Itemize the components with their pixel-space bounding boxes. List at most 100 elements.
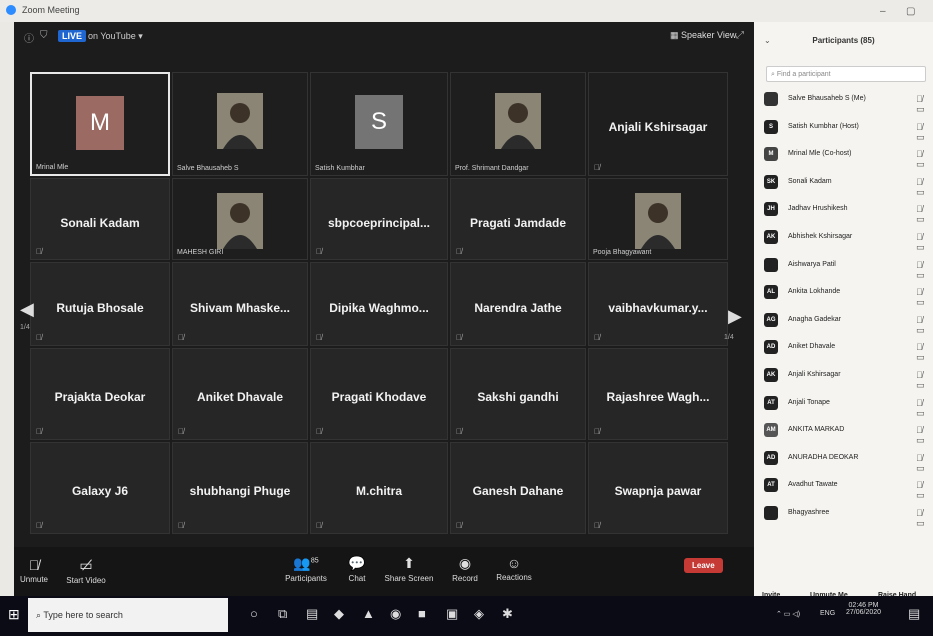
- participant-row[interactable]: AL Ankita Lokhande 🎙̸ ▭: [764, 283, 932, 308]
- meeting-controls: 🎙̸ Unmute ▭̸ Start Video 👥85 Participants 💬…: [14, 547, 754, 599]
- muted-mic-icon: 🎙̸: [36, 333, 42, 342]
- task-view-icon[interactable]: ⧉: [278, 606, 287, 622]
- muted-mic-icon[interactable]: 🎙̸ ▭: [916, 480, 932, 501]
- participant-row[interactable]: JH Jadhav Hrushikesh 🎙̸ ▭: [764, 200, 932, 225]
- video-tile[interactable]: Rutuja Bhosale 🎙̸: [30, 262, 170, 346]
- shield-icon[interactable]: ⛉: [40, 30, 48, 41]
- participant-row[interactable]: AD ANURADHA DEOKAR 🎙̸ ▭: [764, 449, 932, 474]
- unmute-button[interactable]: 🎙̸ Unmute: [4, 557, 64, 584]
- participant-row[interactable]: AM ANKITA MARKAD 🎙̸ ▭: [764, 421, 932, 446]
- video-tile[interactable]: Pragati Jamdade 🎙̸: [450, 178, 586, 260]
- video-tile[interactable]: shubhangi Phuge 🎙̸: [172, 442, 308, 534]
- video-tile[interactable]: Dipika Waghmo... 🎙̸: [310, 262, 448, 346]
- muted-mic-icon[interactable]: 🎙̸ ▭: [916, 122, 932, 143]
- participant-photo: [635, 193, 681, 249]
- start-video-button[interactable]: ▭̸ Start Video: [56, 557, 116, 585]
- video-tile[interactable]: Pooja Bhagyawant: [588, 178, 728, 260]
- muted-mic-icon[interactable]: 🎙̸ ▭: [916, 370, 932, 391]
- participant-row[interactable]: AT Anjali Tonape 🎙̸ ▭: [764, 394, 932, 419]
- video-tile[interactable]: Prajakta Deokar 🎙̸: [30, 348, 170, 440]
- vlc-icon[interactable]: ▲: [362, 606, 375, 621]
- chat-button[interactable]: 💬 Chat: [327, 555, 387, 583]
- notifications-icon[interactable]: ▤: [908, 606, 920, 622]
- muted-mic-icon[interactable]: 🎙̸ ▭: [916, 94, 932, 115]
- participant-row[interactable]: Bhagyashree 🎙̸ ▭: [764, 504, 932, 529]
- participant-row[interactable]: AK Anjali Kshirsagar 🎙̸ ▭: [764, 366, 932, 391]
- participant-row[interactable]: M Mrinal Mle (Co-host) 🎙̸ ▭: [764, 145, 932, 170]
- video-tile[interactable]: Sonali Kadam 🎙̸: [30, 178, 170, 260]
- previous-page-arrow-icon[interactable]: ◀: [20, 299, 34, 320]
- participant-row[interactable]: S Satish Kumbhar (Host) 🎙̸ ▭: [764, 118, 932, 143]
- tile-name-label: Mrinal Mle: [36, 164, 69, 171]
- reactions-button[interactable]: ☺ Reactions: [484, 555, 544, 582]
- muted-mic-icon[interactable]: 🎙̸ ▭: [916, 425, 932, 446]
- video-tile[interactable]: Sakshi gandhi 🎙̸: [450, 348, 586, 440]
- cortana-icon[interactable]: ○: [250, 606, 258, 621]
- title-bar: Zoom Meeting – ▢: [0, 0, 933, 22]
- clock[interactable]: 02:46 PM 27/06/2020: [846, 602, 881, 616]
- participant-row[interactable]: Aishwarya Patil 🎙̸ ▭: [764, 256, 932, 281]
- video-tile[interactable]: sbpcoeprincipal... 🎙̸: [310, 178, 448, 260]
- video-tile[interactable]: vaibhavkumar.y... 🎙̸: [588, 262, 728, 346]
- info-icon[interactable]: ⓘ: [24, 30, 34, 45]
- participant-row[interactable]: AK Abhishek Kshirsagar 🎙̸ ▭: [764, 228, 932, 253]
- app-icon-5[interactable]: ✱: [502, 606, 513, 622]
- video-tile[interactable]: Prof. Shrimant Dandgar: [450, 72, 586, 176]
- video-tile[interactable]: Salve Bhausaheb S: [172, 72, 308, 176]
- share-screen-button[interactable]: ⬆ Share Screen: [379, 555, 439, 583]
- video-tile[interactable]: Pragati Khodave 🎙̸: [310, 348, 448, 440]
- participant-name: Ganesh Dahane: [472, 484, 564, 499]
- windows-taskbar: ⊞ ⌕ Type here to search ○ ⧉ ▤ ◆ ▲ ◉ ■ ▣ …: [0, 596, 933, 636]
- muted-mic-icon[interactable]: 🎙̸ ▭: [916, 453, 932, 474]
- minimize-icon[interactable]: –: [880, 6, 886, 17]
- video-tile[interactable]: Galaxy J6 🎙̸: [30, 442, 170, 534]
- live-badge[interactable]: LIVE: [58, 30, 87, 42]
- muted-mic-icon[interactable]: 🎙̸ ▭: [916, 204, 932, 225]
- participant-row[interactable]: Salve Bhausaheb S (Me) 🎙̸ ▭: [764, 90, 932, 115]
- live-destination[interactable]: on YouTube ▾: [88, 31, 143, 42]
- video-tile[interactable]: MAHESH GIRI: [172, 178, 308, 260]
- participant-avatar: [764, 257, 778, 272]
- video-tile[interactable]: Aniket Dhavale 🎙̸: [172, 348, 308, 440]
- app-icon-4[interactable]: ◈: [474, 606, 484, 622]
- fullscreen-icon[interactable]: ⤢: [736, 30, 744, 41]
- participant-name: Pragati Jamdade: [469, 215, 567, 230]
- participant-row[interactable]: AG Anagha Gadekar 🎙̸ ▭: [764, 311, 932, 336]
- muted-mic-icon[interactable]: 🎙̸ ▭: [916, 260, 932, 281]
- participant-row[interactable]: SK Sonali Kadam 🎙̸ ▭: [764, 173, 932, 198]
- video-tile[interactable]: S Satish Kumbhar: [310, 72, 448, 176]
- muted-mic-icon[interactable]: 🎙̸ ▭: [916, 287, 932, 308]
- app-icon-1[interactable]: ◆: [334, 606, 344, 622]
- video-tile[interactable]: M Mrinal Mle: [30, 72, 170, 176]
- language-indicator[interactable]: ENG: [820, 610, 835, 617]
- taskbar-search-box[interactable]: ⌕ Type here to search: [28, 598, 228, 632]
- video-tile[interactable]: Narendra Jathe 🎙̸: [450, 262, 586, 346]
- muted-mic-icon[interactable]: 🎙̸ ▭: [916, 508, 932, 529]
- video-tile[interactable]: Ganesh Dahane 🎙̸: [450, 442, 586, 534]
- leave-button[interactable]: Leave: [684, 558, 723, 573]
- video-tile[interactable]: Rajashree Wagh... 🎙̸: [588, 348, 728, 440]
- muted-mic-icon[interactable]: 🎙̸ ▭: [916, 398, 932, 419]
- windows-start-icon[interactable]: ⊞: [8, 606, 20, 623]
- muted-mic-icon[interactable]: 🎙̸ ▭: [916, 177, 932, 198]
- video-tile[interactable]: Swapnja pawar 🎙̸: [588, 442, 728, 534]
- participant-row[interactable]: AD Aniket Dhavale 🎙̸ ▭: [764, 338, 932, 363]
- muted-mic-icon[interactable]: 🎙̸ ▭: [916, 315, 932, 336]
- maximize-icon[interactable]: ▢: [906, 6, 915, 17]
- speaker-view-button[interactable]: ▦ Speaker View: [670, 30, 736, 41]
- app-icon-3[interactable]: ▣: [446, 606, 458, 622]
- next-page-arrow-icon[interactable]: ▶: [728, 306, 742, 327]
- participant-row-name: Anagha Gadekar: [788, 315, 841, 323]
- muted-mic-icon[interactable]: 🎙̸ ▭: [916, 232, 932, 253]
- video-tile[interactable]: M.chitra 🎙̸: [310, 442, 448, 534]
- muted-mic-icon[interactable]: 🎙̸ ▭: [916, 149, 932, 170]
- app-icon-2[interactable]: ■: [418, 606, 426, 621]
- chrome-icon[interactable]: ◉: [390, 606, 401, 622]
- participant-search-input[interactable]: ⌕ Find a participant: [766, 66, 926, 82]
- video-tile[interactable]: Shivam Mhaske... 🎙̸: [172, 262, 308, 346]
- system-tray-icons[interactable]: ⌃ ▭ ◁): [776, 610, 800, 618]
- video-tile[interactable]: Anjali Kshirsagar 🎙̸: [588, 72, 728, 176]
- muted-mic-icon[interactable]: 🎙̸ ▭: [916, 342, 932, 363]
- file-explorer-icon[interactable]: ▤: [306, 606, 318, 622]
- participant-row[interactable]: AT Avadhut Tawate 🎙̸ ▭: [764, 476, 932, 501]
